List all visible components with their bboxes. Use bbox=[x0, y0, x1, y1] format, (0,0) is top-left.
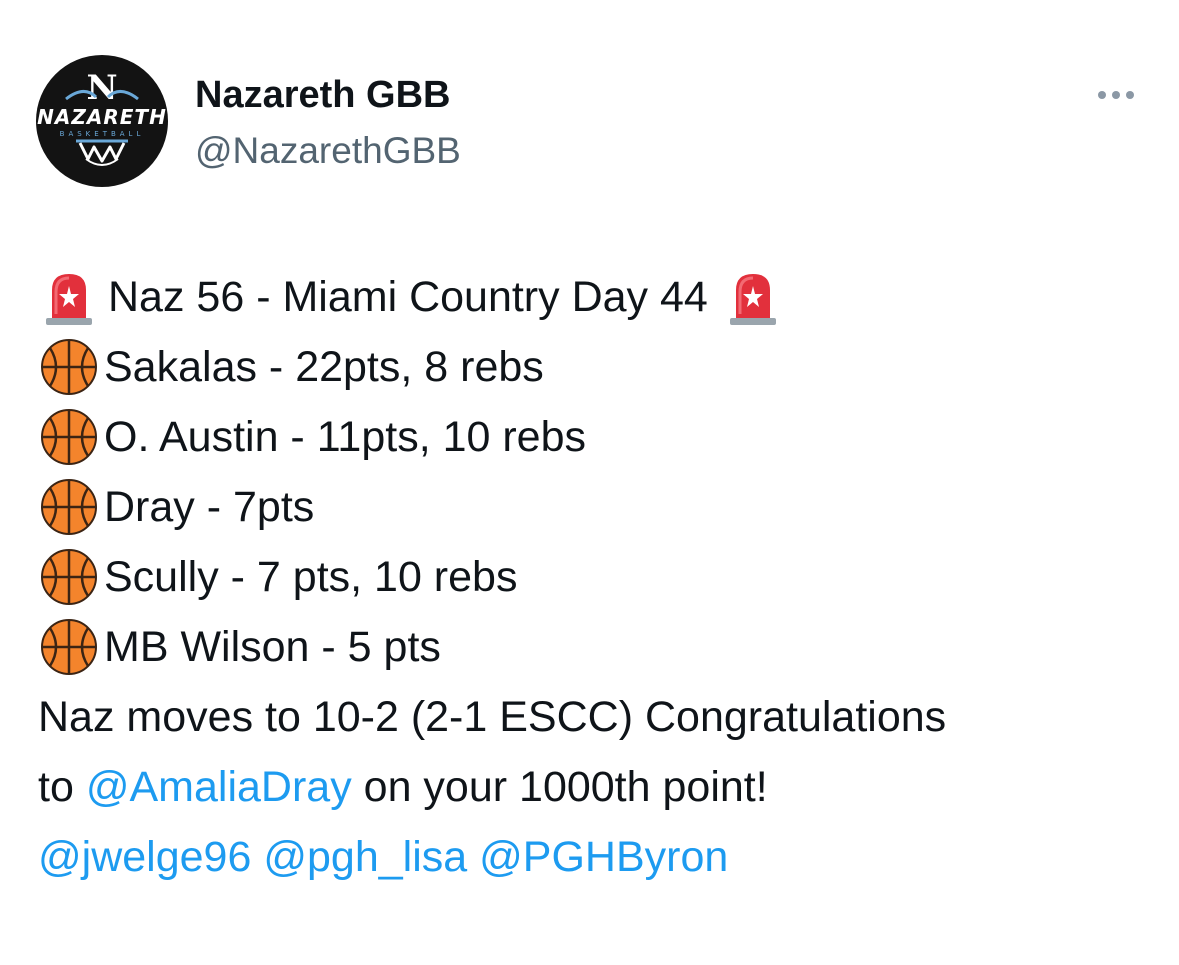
record-line: Naz moves to 10-2 (2-1 ESCC) Congratulat… bbox=[38, 693, 947, 741]
tagged-mentions-line: @jwelge96 @pgh_lisa @PGHByron bbox=[38, 822, 1158, 892]
rotating-light-icon bbox=[38, 266, 100, 328]
stat-line: Scully - 7 pts, 10 rebs bbox=[38, 542, 1158, 612]
more-dot bbox=[1112, 91, 1120, 99]
headline-line: Naz 56 - Miami Country Day 44 bbox=[38, 262, 1158, 332]
stat-line: Dray - 7pts bbox=[38, 472, 1158, 542]
logo-letter: N bbox=[86, 68, 117, 108]
mention-link[interactable]: @AmaliaDray bbox=[86, 763, 352, 811]
mention-link[interactable]: @PGHByron bbox=[479, 833, 728, 881]
basketball-icon bbox=[38, 406, 100, 468]
mention-link[interactable]: @pgh_lisa bbox=[263, 833, 467, 881]
rotating-light-icon bbox=[722, 266, 784, 328]
more-options-button[interactable] bbox=[1088, 78, 1144, 112]
author-handle[interactable]: @NazarethGBB bbox=[195, 128, 461, 174]
author-name[interactable]: Nazareth GBB bbox=[195, 72, 451, 118]
tweet-card: N NAZARETH BASKETBALL Nazareth GBB @Naza… bbox=[0, 0, 1179, 965]
stat-text: O. Austin - 11pts, 10 rebs bbox=[104, 413, 587, 461]
tweet-text: Naz 56 - Miami Country Day 44 Sakalas - … bbox=[38, 262, 1158, 892]
basketball-icon bbox=[38, 616, 100, 678]
logo-text: NAZARETH bbox=[37, 105, 167, 129]
congrats-suffix: on your 1000th point! bbox=[363, 763, 768, 811]
stat-text: Sakalas - 22pts, 8 rebs bbox=[104, 343, 544, 391]
stat-line: O. Austin - 11pts, 10 rebs bbox=[38, 402, 1158, 472]
headline-text: Naz 56 - Miami Country Day 44 bbox=[108, 273, 708, 321]
stat-text: Dray - 7pts bbox=[104, 483, 315, 531]
basketball-icon bbox=[38, 546, 100, 608]
basketball-icon bbox=[38, 476, 100, 538]
congrats-prefix: to bbox=[38, 763, 74, 811]
stat-text: MB Wilson - 5 pts bbox=[104, 623, 441, 671]
mention-link[interactable]: @jwelge96 bbox=[38, 833, 251, 881]
congrats-line: to @AmaliaDray on your 1000th point! bbox=[38, 752, 1158, 822]
more-horizontal-icon bbox=[1098, 91, 1106, 99]
stat-line: MB Wilson - 5 pts bbox=[38, 612, 1158, 682]
basketball-icon bbox=[38, 336, 100, 398]
stat-text: Scully - 7 pts, 10 rebs bbox=[104, 553, 518, 601]
nazareth-logo-icon: N NAZARETH BASKETBALL bbox=[37, 68, 167, 166]
stat-line: Sakalas - 22pts, 8 rebs bbox=[38, 332, 1158, 402]
logo-subtext: BASKETBALL bbox=[60, 130, 145, 138]
author-avatar[interactable]: N NAZARETH BASKETBALL bbox=[36, 55, 168, 187]
more-dot bbox=[1126, 91, 1134, 99]
